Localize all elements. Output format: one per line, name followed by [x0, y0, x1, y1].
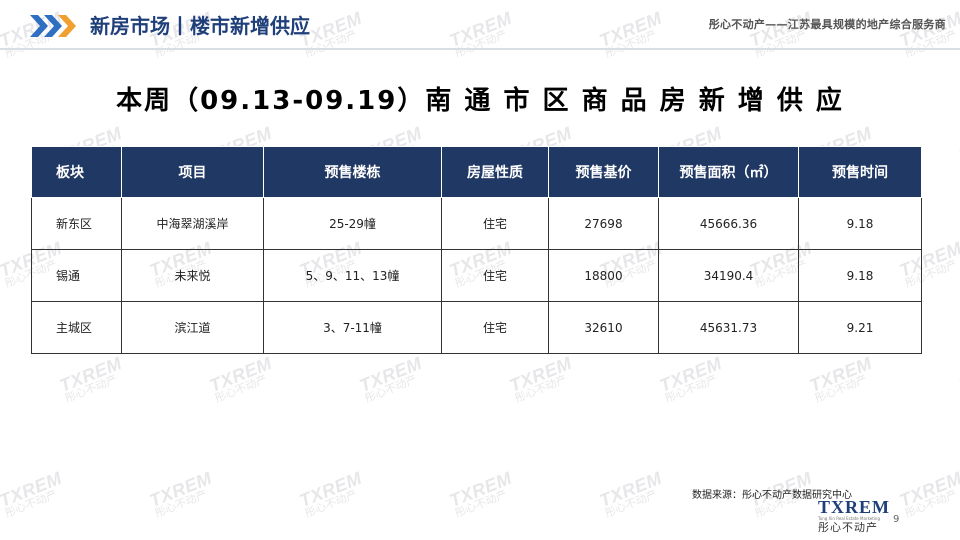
- cell-district: 锡通: [31, 249, 122, 302]
- watermark-cn: 彤心不动产: [903, 488, 959, 521]
- cell-project: 中海翠湖溪岸: [121, 197, 264, 250]
- watermark-logo: TXREM彤心不动产: [206, 352, 279, 406]
- cell-area: 45666.36: [658, 197, 799, 250]
- logo-brand-text: TXREM: [818, 497, 890, 517]
- watermark-cn: 彤心不动产: [603, 488, 659, 521]
- cell-base-price: 32610: [548, 301, 659, 354]
- section-title: 新房市场丨楼市新增供应: [90, 14, 310, 38]
- cell-district: 主城区: [31, 301, 122, 354]
- watermark-logo: TXREM彤心不动产: [356, 352, 429, 406]
- watermark-cn: 彤心不动产: [303, 488, 359, 521]
- new-supply-table: 板块 项目 预售楼栋 房屋性质 预售基价 预售面积（㎡） 预售时间 新东区 中海…: [31, 146, 922, 354]
- column-header-district: 板块: [31, 146, 122, 198]
- watermark-brand: TXREM: [656, 352, 725, 396]
- header-divider: [0, 48, 960, 50]
- table-header-row: 板块 项目 预售楼栋 房屋性质 预售基价 预售面积（㎡） 预售时间: [31, 146, 922, 198]
- column-header-property-type: 房屋性质: [441, 146, 549, 198]
- cell-buildings: 25-29幢: [263, 197, 442, 250]
- column-header-project: 项目: [121, 146, 264, 198]
- watermark-cn: 彤心不动产: [663, 373, 719, 406]
- watermark-cn: 彤心不动产: [213, 373, 269, 406]
- watermark-logo: TXREM彤心不动产: [296, 467, 369, 521]
- table-row: 新东区 中海翠湖溪岸 25-29幢 住宅 27698 45666.36 9.18: [31, 197, 922, 250]
- watermark-logo: TXREM彤心不动产: [806, 352, 879, 406]
- watermark-brand: TXREM: [896, 467, 960, 511]
- watermark-logo: TXREM彤心不动产: [56, 352, 129, 406]
- page-title: 本周（09.13-09.19）南 通 市 区 商 品 房 新 增 供 应: [116, 86, 844, 116]
- cell-base-price: 27698: [548, 197, 659, 250]
- cell-property-type: 住宅: [441, 301, 549, 354]
- watermark-brand: TXREM: [596, 467, 665, 511]
- watermark-logo: TXREM彤心不动产: [896, 467, 960, 521]
- watermark-logo: TXREM彤心不动产: [446, 467, 519, 521]
- cell-district: 新东区: [31, 197, 122, 250]
- watermark-cn: 彤心不动产: [363, 373, 419, 406]
- cell-property-type: 住宅: [441, 249, 549, 302]
- cell-project: 未来悦: [121, 249, 264, 302]
- column-header-base-price: 预售基价: [548, 146, 659, 198]
- double-chevron-icon: [30, 15, 76, 37]
- watermark-cn: 彤心不动产: [63, 373, 119, 406]
- watermark-logo: TXREM彤心不动产: [596, 467, 669, 521]
- watermark-logo: TXREM彤心不动产: [146, 467, 219, 521]
- watermark-cn: 彤心不动产: [453, 488, 509, 521]
- cell-property-type: 住宅: [441, 197, 549, 250]
- table-row: 锡通 未来悦 5、9、11、13幢 住宅 18800 34190.4 9.18: [31, 249, 922, 302]
- cell-date: 9.18: [798, 197, 922, 250]
- watermark-brand: TXREM: [56, 352, 125, 396]
- header-bar: 新房市场丨楼市新增供应 彤心不动产——江苏最具规模的地产综合服务商: [0, 0, 960, 50]
- column-header-date: 预售时间: [798, 146, 922, 198]
- watermark-brand: TXREM: [296, 467, 365, 511]
- column-header-area: 预售面积（㎡）: [658, 146, 799, 198]
- cell-area: 34190.4: [658, 249, 799, 302]
- watermark-brand: TXREM: [0, 467, 65, 511]
- cell-buildings: 3、7-11幢: [263, 301, 442, 354]
- watermark-brand: TXREM: [146, 467, 215, 511]
- watermark-logo: TXREM彤心不动产: [506, 352, 579, 406]
- cell-project: 滨江道: [121, 301, 264, 354]
- cell-date: 9.21: [798, 301, 922, 354]
- company-logo: TXREM Tong Xin Real Estate Marketing 彤心不…: [818, 497, 890, 534]
- page-number: 9: [893, 514, 900, 525]
- logo-chinese-name: 彤心不动产: [818, 521, 878, 534]
- company-tagline: 彤心不动产——江苏最具规模的地产综合服务商: [708, 18, 946, 31]
- watermark-cn: 彤心不动产: [513, 373, 569, 406]
- column-header-buildings: 预售楼栋: [263, 146, 442, 198]
- watermark-cn: 彤心不动产: [153, 488, 209, 521]
- cell-area: 45631.73: [658, 301, 799, 354]
- cell-base-price: 18800: [548, 249, 659, 302]
- watermark-brand: TXREM: [356, 352, 425, 396]
- watermark-brand: TXREM: [446, 467, 515, 511]
- watermark-cn: 彤心不动产: [813, 373, 869, 406]
- watermark-cn: 彤心不动产: [3, 488, 59, 521]
- watermark-logo: TXREM彤心不动产: [0, 467, 69, 521]
- watermark-brand: TXREM: [206, 352, 275, 396]
- cell-buildings: 5、9、11、13幢: [263, 249, 442, 302]
- watermark-brand: TXREM: [506, 352, 575, 396]
- watermark-logo: TXREM彤心不动产: [656, 352, 729, 406]
- cell-date: 9.18: [798, 249, 922, 302]
- watermark-brand: TXREM: [806, 352, 875, 396]
- table-row: 主城区 滨江道 3、7-11幢 住宅 32610 45631.73 9.21: [31, 301, 922, 354]
